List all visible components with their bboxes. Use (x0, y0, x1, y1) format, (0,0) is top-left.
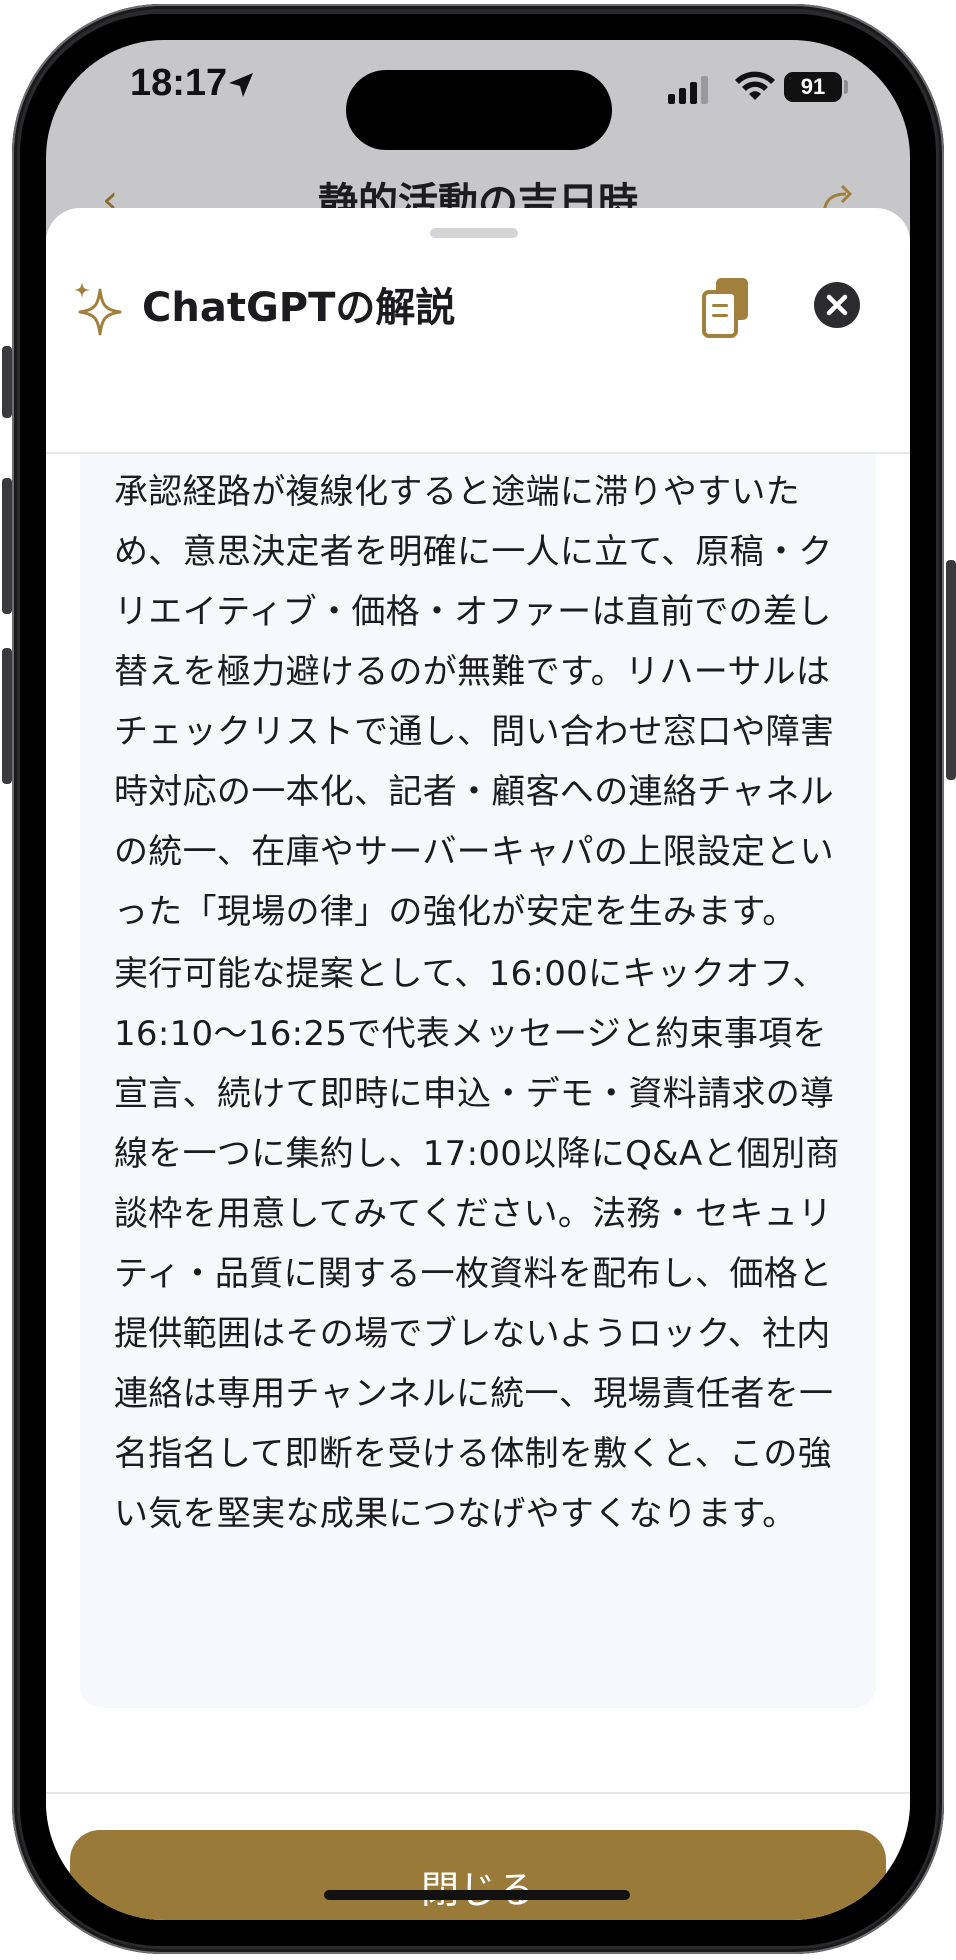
explanation-content: 承認経路が複線化すると途端に滞りやすいため、意思決定者を明確に一人に立て、原稿・… (80, 454, 876, 1708)
close-sheet-button[interactable]: 閉じる (70, 1830, 886, 1920)
screen: 18:17 91 ‹ 静的活動の吉日時 ChatGPTの解説 承認経路が複線化す… (46, 40, 910, 1920)
sheet-grabber[interactable] (430, 228, 518, 238)
volume-up-button (2, 478, 12, 614)
dynamic-island (346, 70, 612, 150)
sparkle-icon (74, 282, 122, 336)
battery-tip (844, 80, 848, 94)
chatgpt-explanation-sheet: ChatGPTの解説 承認経路が複線化すると途端に滞りやすいため、意思決定者を明… (46, 208, 910, 1920)
close-icon (826, 294, 848, 316)
copy-icon[interactable] (698, 274, 754, 340)
location-arrow-icon (229, 73, 253, 97)
battery-indicator: 91 (784, 72, 842, 102)
sheet-title: ChatGPTの解説 (142, 285, 456, 331)
wifi-icon (735, 71, 775, 100)
power-button (946, 560, 956, 780)
volume-down-button (2, 648, 12, 784)
close-button[interactable] (814, 282, 860, 328)
cellular-signal-icon (668, 76, 708, 104)
explanation-paragraph: 実行可能な提案として、16:00にキックオフ、16:10〜16:25で代表メッセ… (114, 954, 840, 1534)
explanation-paragraph: 承認経路が複線化すると途端に滞りやすいため、意思決定者を明確に一人に立て、原稿・… (114, 472, 835, 932)
action-button (2, 346, 12, 418)
footer-divider (46, 1792, 910, 1794)
status-time: 18:17 (130, 62, 228, 104)
home-indicator[interactable] (324, 1890, 630, 1900)
